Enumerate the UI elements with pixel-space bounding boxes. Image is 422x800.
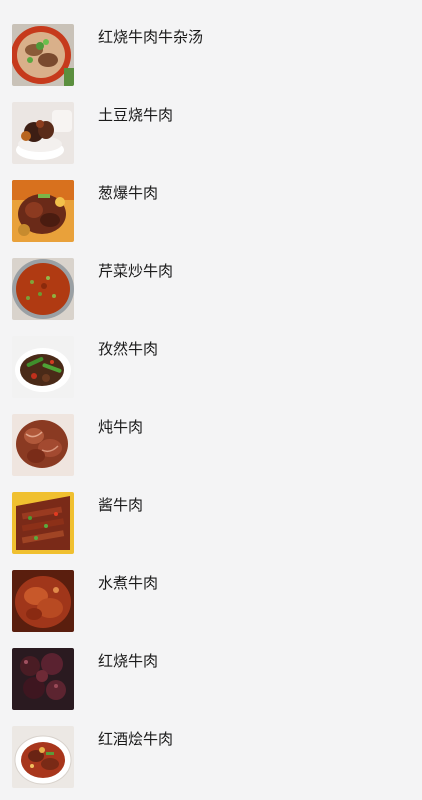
recipe-thumbnail (12, 258, 74, 320)
recipe-thumbnail (12, 570, 74, 632)
recipe-item[interactable]: 红烧牛肉牛杂汤 (0, 0, 422, 86)
recipe-thumbnail (12, 492, 74, 554)
recipe-title: 酱牛肉 (98, 496, 144, 514)
recipe-thumbnail (12, 336, 74, 398)
recipe-thumbnail (12, 102, 74, 164)
recipe-title: 红烧牛肉 (98, 652, 159, 670)
celery-beef-photo-icon (12, 258, 74, 320)
recipe-title: 红烧牛肉牛杂汤 (98, 28, 204, 46)
recipe-title: 红酒烩牛肉 (98, 730, 174, 748)
beef-offal-soup-photo-icon (12, 24, 74, 86)
recipe-item[interactable]: 红酒烩牛肉 (0, 702, 422, 788)
potato-beef-photo-icon (12, 102, 74, 164)
recipe-list: 红烧牛肉牛杂汤 土豆烧牛肉 葱爆牛肉 芹菜炒牛肉 孜然牛肉 炖牛肉 酱牛肉 水煮… (0, 0, 422, 800)
recipe-item[interactable]: 葱爆牛肉 (0, 156, 422, 242)
red-braised-beef-photo-icon (12, 648, 74, 710)
recipe-thumbnail (12, 180, 74, 242)
scallion-beef-photo-icon (12, 180, 74, 242)
recipe-title: 孜然牛肉 (98, 340, 159, 358)
recipe-thumbnail (12, 648, 74, 710)
recipe-thumbnail (12, 414, 74, 476)
cumin-beef-photo-icon (12, 336, 74, 398)
recipe-item[interactable]: 芹菜炒牛肉 (0, 234, 422, 320)
recipe-item[interactable]: 酱牛肉 (0, 468, 422, 554)
recipe-title: 芹菜炒牛肉 (98, 262, 174, 280)
red-wine-beef-photo-icon (12, 726, 74, 788)
recipe-title: 葱爆牛肉 (98, 184, 159, 202)
braised-soy-beef-photo-icon (12, 492, 74, 554)
recipe-item[interactable]: 孜然牛肉 (0, 312, 422, 398)
boiled-beef-photo-icon (12, 570, 74, 632)
recipe-title: 土豆烧牛肉 (98, 106, 174, 124)
recipe-item[interactable]: 红烧牛肉 (0, 624, 422, 710)
recipe-item[interactable]: 水煮牛肉 (0, 546, 422, 632)
recipe-item[interactable]: 炖牛肉 (0, 390, 422, 476)
recipe-title: 炖牛肉 (98, 418, 144, 436)
recipe-thumbnail (12, 24, 74, 86)
recipe-item[interactable]: 土豆烧牛肉 (0, 78, 422, 164)
stewed-beef-photo-icon (12, 414, 74, 476)
recipe-title: 水煮牛肉 (98, 574, 159, 592)
recipe-thumbnail (12, 726, 74, 788)
